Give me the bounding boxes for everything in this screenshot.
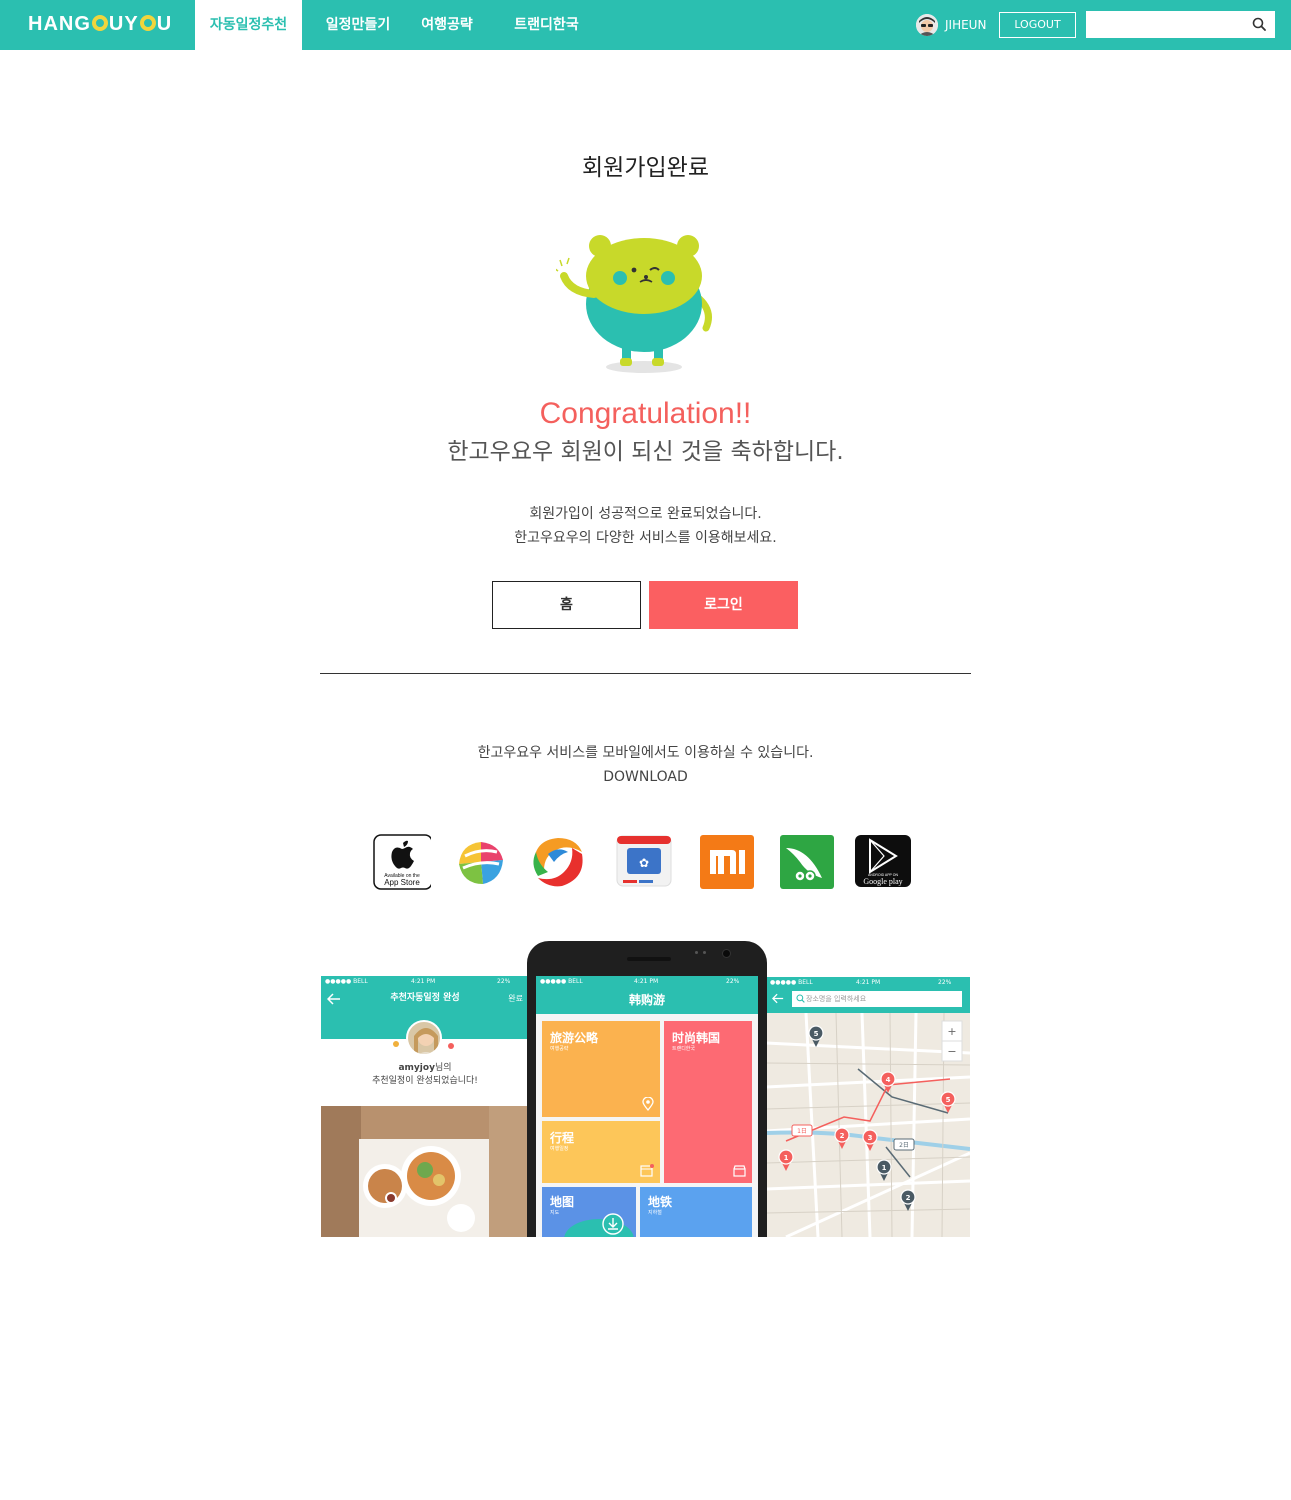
search-input[interactable]	[1086, 11, 1246, 38]
app-store-icon: Available on the App Store	[373, 834, 431, 890]
search-box	[1086, 11, 1275, 38]
google-play-icon: ANDROID APP ON Google play	[855, 835, 911, 887]
baidu-store-button[interactable]: ✿	[615, 834, 673, 890]
tile-travel-guide[interactable]: 旅游公略 여행공략	[542, 1021, 660, 1117]
avatar	[406, 1020, 442, 1056]
tile-map[interactable]: 地图 지도	[542, 1187, 636, 1237]
tile-schedule[interactable]: 行程 여행일정	[542, 1121, 660, 1183]
swirl-store-button[interactable]	[528, 834, 586, 890]
user-name[interactable]: JIHEUN	[945, 17, 986, 33]
map-marker-label: 4	[886, 1076, 891, 1084]
search-icon	[796, 994, 805, 1003]
sensor-dot	[703, 951, 706, 954]
done-button[interactable]: 완료	[508, 993, 523, 1004]
bear-mascot-icon	[556, 235, 712, 373]
app-title: 韩购游	[628, 993, 665, 1007]
shop-icon	[733, 1165, 746, 1177]
svg-text:✿: ✿	[639, 856, 649, 870]
day-tag: 1日	[797, 1128, 807, 1135]
tab-make-schedule[interactable]: 일정만들기	[312, 0, 404, 50]
logo-o-icon	[91, 15, 108, 31]
map-marker-label: 1	[882, 1164, 887, 1172]
logo[interactable]: HANG UY U	[28, 12, 172, 36]
download-label: DOWNLOAD	[603, 769, 688, 785]
avatar[interactable]	[916, 14, 938, 36]
map-marker-label: 2	[840, 1132, 845, 1140]
calendar-icon	[640, 1164, 654, 1177]
mobile-service-text: 한고우요우 서비스를 모바일에서도 이용하실 수 있습니다.	[477, 745, 814, 761]
phone-screen-home: ●●●●● BELL 4:21 PM 22% 韩购游 旅游公略 여행공략 时尚韩…	[536, 976, 758, 1237]
svg-text:Google play: Google play	[863, 877, 902, 886]
status-bar: ●●●●● BELL 4:21 PM 22%	[325, 978, 511, 985]
schedule-title: 추천자동일정 완성	[390, 993, 460, 1003]
decor-dot	[448, 1043, 454, 1049]
store-colorful-icon	[459, 842, 503, 884]
status-bar: ●●●●● BELL 4:21 PM 22%	[770, 979, 952, 986]
completion-message: 추천일정이 완성되었습니다!	[372, 1076, 478, 1086]
map-marker-label: 5	[946, 1096, 951, 1104]
map-search-input[interactable]: 장소명을 입력하세요	[792, 991, 962, 1007]
description-line: 한고우요우의 다양한 서비스를 이용해보세요.	[514, 530, 777, 546]
status-bar: ●●●●● BELL 4:21 PM 22%	[540, 978, 740, 985]
home-button[interactable]: 홈	[492, 581, 641, 629]
xiaomi-icon	[700, 835, 754, 889]
divider	[320, 673, 971, 674]
baidu-store-icon: ✿	[616, 835, 672, 887]
wandoujia-store-button[interactable]	[778, 834, 836, 890]
map-marker-label: 3	[868, 1134, 873, 1142]
back-arrow-icon[interactable]	[772, 993, 784, 1004]
map-view[interactable]: + − 5 4 5 2 3 1 1 2 1日 2日	[766, 1013, 970, 1237]
location-pin-icon	[642, 1097, 654, 1111]
phone-screen-map: ●●●●● BELL 4:21 PM 22% 장소명을 입력하세요 + − 5 4…	[766, 977, 970, 1237]
map-marker-label: 1	[784, 1154, 789, 1162]
logout-button[interactable]: LOGOUT	[999, 12, 1076, 38]
congratulation-heading: Congratulation!!	[539, 397, 752, 430]
tab-auto-schedule[interactable]: 자동일정추천	[195, 0, 302, 50]
app-store-button[interactable]: Available on the App Store	[373, 834, 431, 890]
phone-screen-schedule: ●●●●● BELL 4:21 PM 22% 추천자동일정 완성 완료 amyj…	[321, 976, 529, 1237]
google-play-button[interactable]: ANDROID APP ON Google play	[854, 834, 912, 890]
tile-subway[interactable]: 地铁 지하철	[640, 1187, 752, 1237]
zoom-in-button: +	[947, 1025, 956, 1038]
download-icon[interactable]	[602, 1213, 624, 1235]
colorful-store-button[interactable]	[451, 834, 509, 890]
map-marker-label: 5	[814, 1030, 819, 1038]
speaker-grille	[627, 957, 671, 961]
decor-dot	[393, 1041, 399, 1047]
congratulation-subheading: 한고우요우 회원이 되신 것을 축하합니다.	[447, 439, 844, 465]
user-line: amyjoy님의	[398, 1063, 452, 1073]
xiaomi-store-button[interactable]	[698, 834, 756, 890]
top-navigation-bar: HANG UY U 자동일정추천 일정만들기 여행공략 트랜디한국 JIHEUN L…	[0, 0, 1291, 50]
camera-icon	[722, 949, 731, 958]
logo-o-icon	[139, 15, 156, 31]
wandoujia-icon	[780, 835, 834, 889]
tile-trendy-korea[interactable]: 时尚韩国 트랜디한국	[664, 1021, 752, 1183]
zoom-out-button: −	[947, 1045, 956, 1058]
svg-text:App Store: App Store	[384, 878, 420, 887]
day-tag: 2日	[899, 1142, 909, 1149]
description-line: 회원가입이 성공적으로 완료되었습니다.	[529, 506, 762, 522]
map-marker-label: 2	[906, 1194, 911, 1202]
tab-trendy-korea[interactable]: 트랜디한국	[500, 0, 593, 50]
store-swirl-icon	[531, 836, 583, 888]
page-title: 회원가입완료	[582, 155, 709, 181]
login-button[interactable]: 로그인	[649, 581, 798, 629]
food-photo	[321, 1106, 529, 1237]
sensor-dot	[695, 951, 698, 954]
tab-travel-guide[interactable]: 여행공략	[408, 0, 486, 50]
search-icon[interactable]	[1252, 17, 1266, 31]
